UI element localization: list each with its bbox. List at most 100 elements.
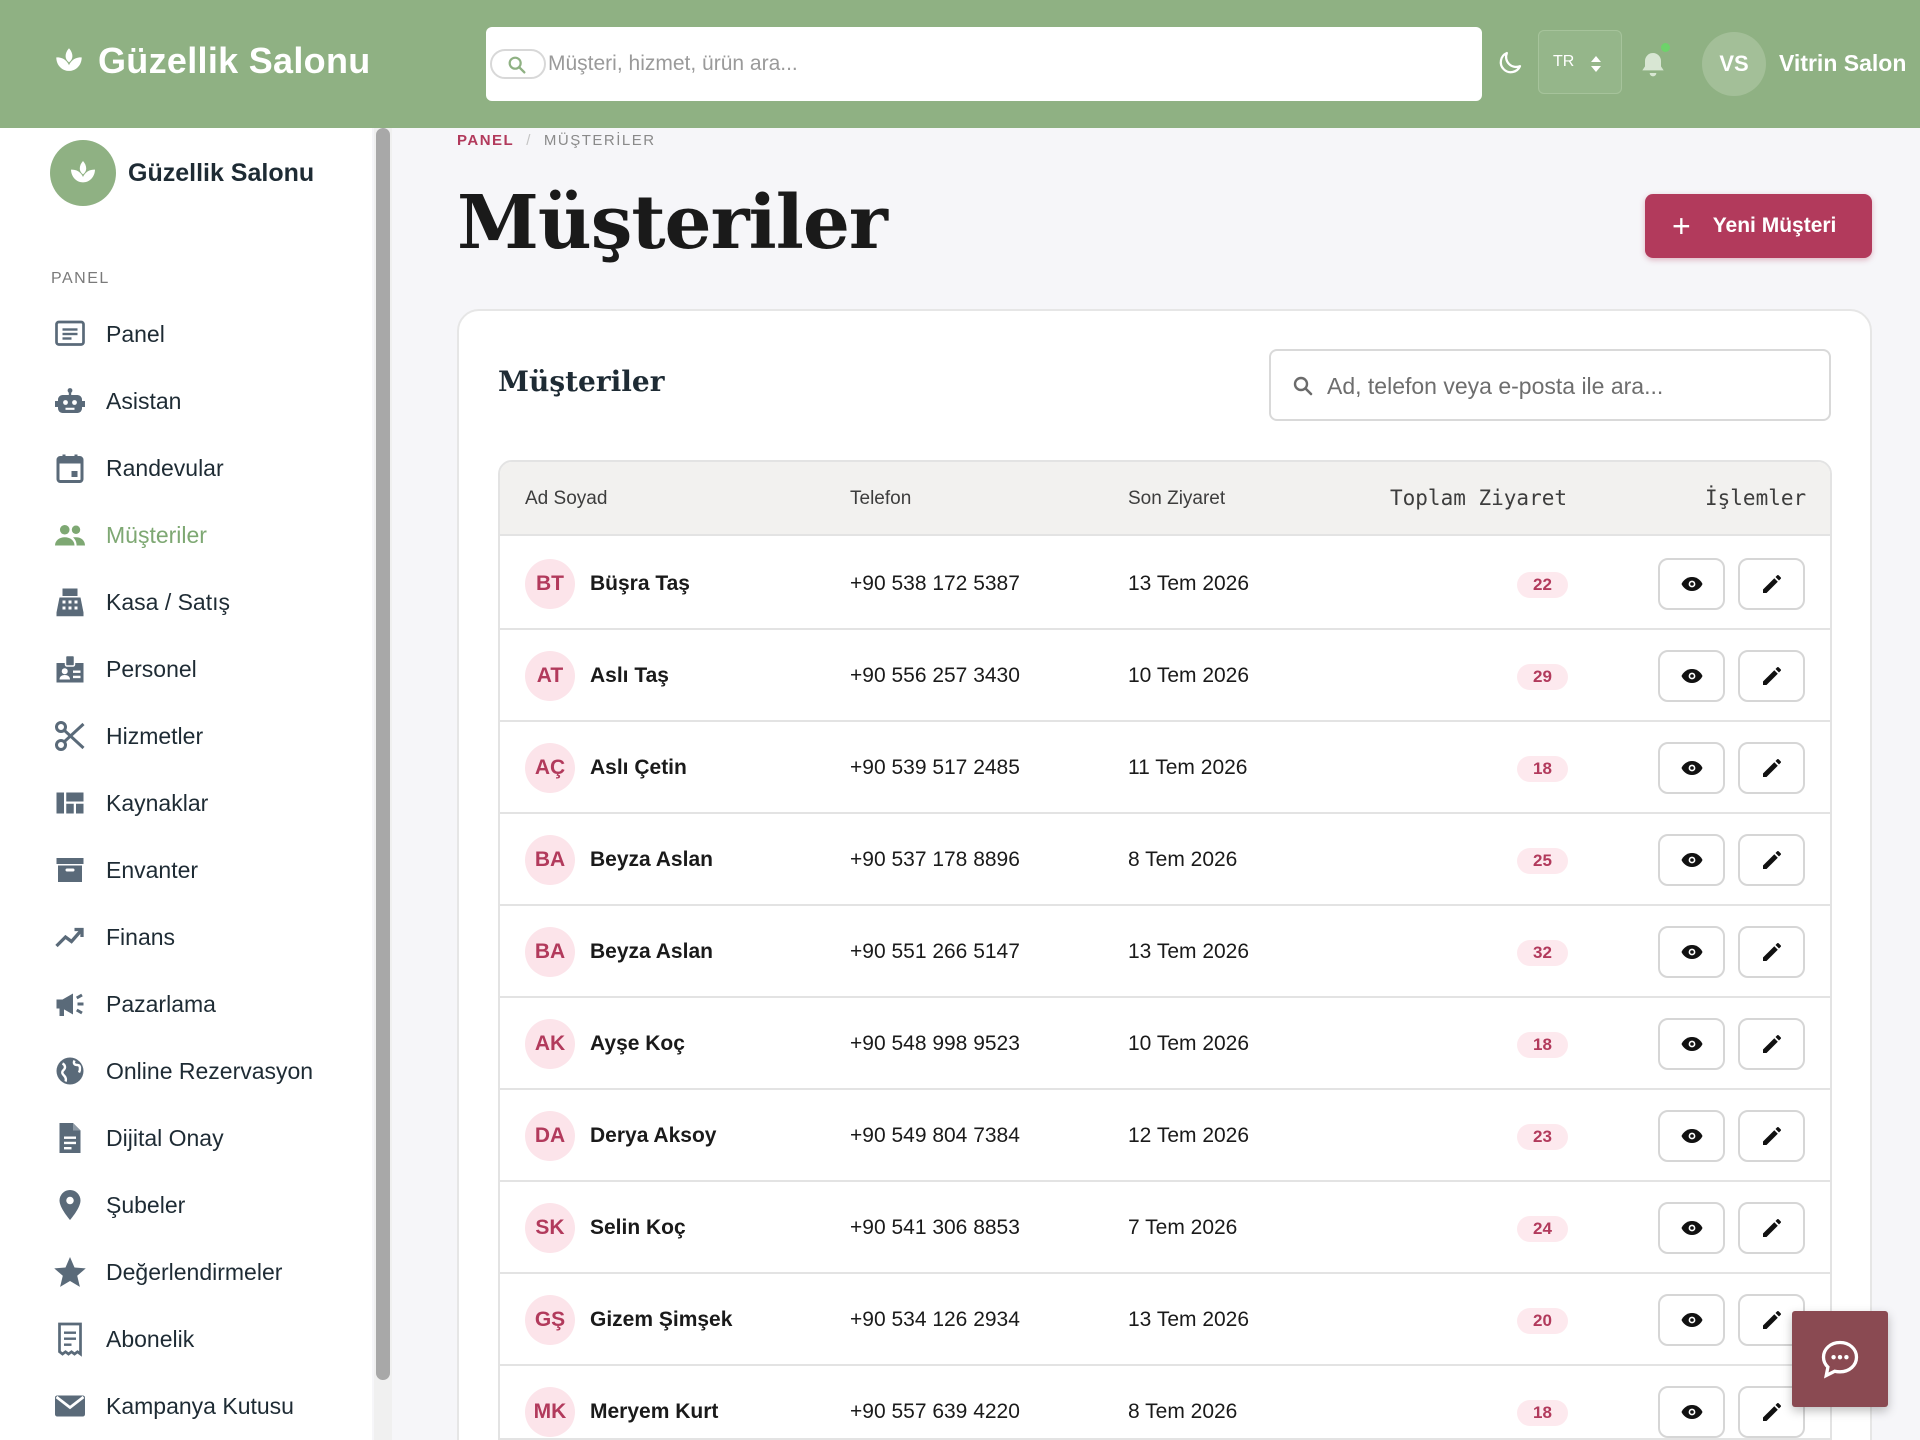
view-button[interactable]: [1658, 1018, 1725, 1070]
table-row[interactable]: AT Aslı Taş +90 556 257 3430 10 Tem 2026 29: [500, 630, 1830, 722]
eye-icon: [1681, 945, 1702, 959]
sidebar-scrollbar[interactable]: [374, 128, 392, 1440]
sidebar-item-randevular[interactable]: Randevular: [52, 446, 362, 490]
table-row[interactable]: MK Meryem Kurt +90 557 639 4220 8 Tem 2026 1…: [500, 1366, 1830, 1438]
column-header-phone[interactable]: Telefon: [850, 488, 911, 510]
sidebar-item-finans[interactable]: Finans: [52, 915, 362, 959]
customer-name[interactable]: Beyza Aslan: [590, 940, 713, 964]
edit-button[interactable]: [1738, 834, 1805, 886]
customer-name[interactable]: Büşra Taş: [590, 572, 690, 596]
sidebar-item-label: Personel: [106, 655, 197, 682]
view-button[interactable]: [1658, 1110, 1725, 1162]
edit-button[interactable]: [1738, 650, 1805, 702]
user-avatar[interactable]: VS: [1702, 32, 1766, 96]
view-button[interactable]: [1658, 558, 1725, 610]
sidebar-item-kaynaklar[interactable]: Kaynaklar: [52, 781, 362, 825]
table-row[interactable]: BT Büşra Taş +90 538 172 5387 13 Tem 2026 22: [500, 538, 1830, 630]
sidebar-item-musteriler[interactable]: Müşteriler: [52, 513, 362, 557]
new-customer-button[interactable]: + Yeni Müşteri: [1645, 194, 1872, 258]
table-row[interactable]: DA Derya Aksoy +90 549 804 7384 12 Tem 2026…: [500, 1090, 1830, 1182]
language-select[interactable]: TR: [1538, 30, 1622, 94]
customer-search[interactable]: [1269, 349, 1831, 421]
customer-phone: +90 537 178 8896: [850, 848, 1020, 871]
sidebar-item-degerlendirmeler[interactable]: Değerlendirmeler: [52, 1250, 362, 1294]
sidebar-brand[interactable]: Güzellik Salonu: [128, 159, 314, 188]
view-button[interactable]: [1658, 926, 1725, 978]
sidebar-item-envanter[interactable]: Envanter: [52, 848, 362, 892]
brand[interactable]: Güzellik Salonu: [52, 40, 371, 82]
sidebar-item-label: Dijital Onay: [106, 1124, 224, 1151]
table-row[interactable]: AK Ayşe Koç +90 548 998 9523 10 Tem 2026 18: [500, 998, 1830, 1090]
customer-name[interactable]: Selin Koç: [590, 1216, 686, 1240]
pencil-icon: [1762, 943, 1781, 961]
customer-last-visit: 12 Tem 2026: [1128, 1124, 1250, 1147]
sidebar-item-asistan[interactable]: Asistan: [52, 379, 362, 423]
sidebar-item-dijital-onay[interactable]: Dijital Onay: [52, 1116, 362, 1160]
customer-phone: +90 557 639 4220: [850, 1400, 1020, 1423]
customer-name[interactable]: Aslı Çetin: [590, 756, 687, 780]
customer-phone: +90 556 257 3430: [850, 664, 1020, 687]
sidebar-logo: [50, 140, 116, 206]
sidebar-item-personel[interactable]: Personel: [52, 647, 362, 691]
view-button[interactable]: [1658, 1386, 1725, 1438]
pencil-icon: [1762, 1311, 1781, 1329]
view-button[interactable]: [1658, 650, 1725, 702]
total-visits-badge: 22: [1517, 572, 1568, 598]
view-button[interactable]: [1658, 834, 1725, 886]
customer-name[interactable]: Meryem Kurt: [590, 1400, 718, 1424]
sidebar-item-panel[interactable]: Panel: [52, 312, 362, 356]
column-header-last-visit[interactable]: Son Ziyaret: [1128, 488, 1225, 510]
table-row[interactable]: BA Beyza Aslan +90 537 178 8896 8 Tem 2026 2…: [500, 814, 1830, 906]
sidebar-item-hizmetler[interactable]: Hizmetler: [52, 714, 362, 758]
customer-name[interactable]: Derya Aksoy: [590, 1124, 716, 1148]
global-search[interactable]: [486, 27, 1482, 101]
customers-table: Ad Soyad Telefon Son Ziyaret Toplam Ziya…: [498, 460, 1832, 1440]
sidebar-item-label: Asistan: [106, 387, 182, 414]
view-button[interactable]: [1658, 1294, 1725, 1346]
customer-name[interactable]: Aslı Taş: [590, 664, 669, 688]
customer-initials-avatar: GŞ: [525, 1295, 575, 1345]
sidebar-item-subeler[interactable]: Şubeler: [52, 1183, 362, 1227]
sidebar-item-abonelik[interactable]: Abonelik: [52, 1317, 362, 1361]
sidebar-item-pazarlama[interactable]: Pazarlama: [52, 982, 362, 1026]
total-visits-badge: 32: [1517, 940, 1568, 966]
scrollbar-thumb[interactable]: [376, 128, 390, 1380]
global-search-input[interactable]: [548, 41, 1448, 87]
column-header-total-visits[interactable]: Toplam Ziyaret: [1390, 486, 1567, 510]
table-header: Ad Soyad Telefon Son Ziyaret Toplam Ziya…: [500, 462, 1830, 536]
customer-initials-avatar: AÇ: [525, 743, 575, 793]
edit-button[interactable]: [1738, 742, 1805, 794]
user-name[interactable]: Vitrin Salon: [1779, 50, 1906, 77]
eye-icon: [1681, 1405, 1702, 1419]
table-row[interactable]: AÇ Aslı Çetin +90 539 517 2485 11 Tem 2026 1…: [500, 722, 1830, 814]
badge-icon: [56, 654, 84, 683]
sidebar-item-kampanya-kutusu[interactable]: Kampanya Kutusu: [52, 1384, 362, 1428]
sidebar-item-online-rezervasyon[interactable]: Online Rezervasyon: [52, 1049, 362, 1093]
cash-register-icon: [56, 588, 84, 617]
breadcrumb-root[interactable]: PANEL: [457, 132, 514, 149]
table-row[interactable]: GŞ Gizem Şimşek +90 534 126 2934 13 Tem 202…: [500, 1274, 1830, 1366]
notification-bell-icon[interactable]: [1637, 48, 1669, 82]
card-title: Müşteriler: [498, 365, 665, 398]
total-visits-badge: 23: [1517, 1124, 1568, 1150]
dark-mode-icon[interactable]: [1495, 48, 1525, 78]
total-visits-badge: 25: [1517, 848, 1568, 874]
edit-button[interactable]: [1738, 558, 1805, 610]
table-row[interactable]: BA Beyza Aslan +90 551 266 5147 13 Tem 2026…: [500, 906, 1830, 998]
customer-name[interactable]: Gizem Şimşek: [590, 1308, 732, 1332]
pencil-icon: [1762, 759, 1781, 777]
edit-button[interactable]: [1738, 926, 1805, 978]
view-button[interactable]: [1658, 1202, 1725, 1254]
edit-button[interactable]: [1738, 1018, 1805, 1070]
table-row[interactable]: SK Selin Koç +90 541 306 8853 7 Tem 2026 24: [500, 1182, 1830, 1274]
customer-name[interactable]: Beyza Aslan: [590, 848, 713, 872]
customer-initials-avatar: DA: [525, 1111, 575, 1161]
column-header-name[interactable]: Ad Soyad: [525, 488, 607, 510]
customer-name[interactable]: Ayşe Koç: [590, 1032, 685, 1056]
chat-button[interactable]: [1792, 1311, 1888, 1407]
customer-search-input[interactable]: [1327, 363, 1817, 409]
edit-button[interactable]: [1738, 1110, 1805, 1162]
edit-button[interactable]: [1738, 1202, 1805, 1254]
sidebar-item-kasa-satis[interactable]: Kasa / Satış: [52, 580, 362, 624]
view-button[interactable]: [1658, 742, 1725, 794]
